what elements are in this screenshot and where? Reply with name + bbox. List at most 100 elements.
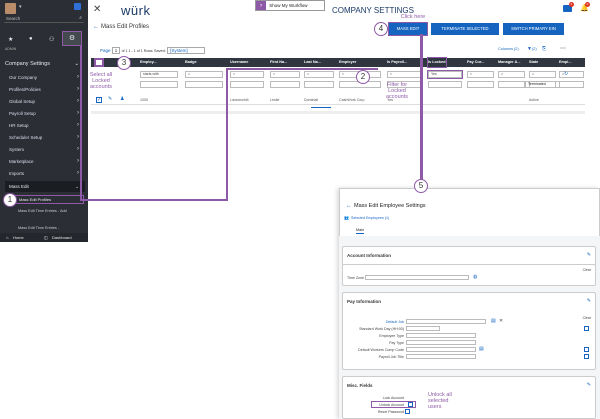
column-header[interactable]: State	[529, 58, 538, 67]
sidebar-item[interactable]: Marketplace ›	[5, 156, 85, 167]
scroll-handle[interactable]	[311, 107, 331, 112]
globe-icon[interactable]: ◍	[473, 274, 477, 280]
home-icon[interactable]: ⌂	[6, 233, 8, 242]
star-icon[interactable]: ★	[8, 36, 13, 43]
unlock-checkbox[interactable]	[408, 402, 413, 407]
close-icon[interactable]: ✕	[93, 4, 101, 15]
export-icon[interactable]: ⎘	[542, 46, 546, 52]
column-header[interactable]: Last Na...	[304, 58, 321, 67]
filter-value-input[interactable]	[559, 81, 584, 88]
more-icon[interactable]: ⋯	[560, 45, 566, 52]
edit-pencil-icon[interactable]: ✎	[587, 382, 591, 388]
edit-pencil-icon[interactable]: ✎	[587, 298, 591, 304]
workers-comp-select[interactable]	[406, 347, 476, 352]
page-input[interactable]: 1	[111, 47, 121, 54]
clear-x-icon[interactable]: ✕	[499, 318, 503, 324]
filter-operator[interactable]: Yes	[427, 70, 463, 79]
terminated-filter[interactable]: Terminated	[525, 81, 560, 88]
mass-edit-item[interactable]: Mass Edit ⌄	[5, 181, 85, 192]
row-edit-icon[interactable]: ✎	[108, 96, 112, 102]
pay-type-select[interactable]	[406, 340, 476, 345]
row-checkbox[interactable]: ✓	[96, 97, 102, 103]
search-input[interactable]: Search ⌕	[4, 15, 84, 23]
filter-operator[interactable]: =	[387, 71, 423, 78]
column-header[interactable]: Employ...	[140, 58, 157, 67]
sub-item-mass-edit-profiles[interactable]: Mass Edit Profiles	[14, 195, 84, 204]
filter-value-input[interactable]	[185, 81, 223, 88]
filter-value-input[interactable]	[428, 81, 462, 88]
sidebar-item[interactable]: Payroll Setup ›	[5, 108, 85, 119]
sub-item-time-entries[interactable]: Mass Edit Time Entries -	[18, 226, 84, 230]
filter-operator[interactable]: =	[270, 71, 300, 78]
clear-label[interactable]: Clear	[583, 268, 591, 272]
filter-operator[interactable]: =	[559, 71, 584, 78]
filter-operator[interactable]: starts with	[140, 71, 178, 78]
filter-operator[interactable]: =	[529, 71, 556, 78]
sidebar-item[interactable]: System ›	[5, 144, 85, 155]
refresh-icon[interactable]: ↻	[564, 71, 568, 77]
lookup-icon[interactable]: ▤	[479, 346, 484, 352]
column-header[interactable]: Manager A...	[498, 58, 520, 67]
scrollbar-track[interactable]	[91, 111, 585, 114]
filter-operator[interactable]: =	[230, 71, 264, 78]
filter-operator[interactable]: =	[304, 71, 334, 78]
pin-icon[interactable]	[74, 3, 81, 10]
filter-value-input[interactable]	[140, 81, 178, 88]
sub-item-time-entries-add[interactable]: Mass Edit Time Entries - Add	[18, 209, 84, 214]
dashboard-icon[interactable]: ◫	[44, 233, 48, 242]
back-arrow-icon[interactable]: ←	[346, 203, 352, 209]
avatar[interactable]	[5, 3, 16, 14]
wurkflow-tooltip[interactable]: ? Show My Wurkflow	[255, 0, 325, 11]
column-header[interactable]: Username	[230, 58, 248, 67]
column-header[interactable]: First Na...	[270, 58, 287, 67]
selected-employees-link[interactable]: Selected Employees (1)	[351, 216, 389, 220]
employee-type-select[interactable]	[406, 333, 476, 338]
column-header[interactable]: Is Locked	[427, 57, 447, 68]
std-work-day-input[interactable]	[406, 326, 440, 331]
group-icon[interactable]: ⚇	[49, 36, 54, 43]
column-header[interactable]: Empl...	[559, 58, 571, 67]
sidebar-item[interactable]: HR Setup ›	[5, 120, 85, 131]
terminate-button[interactable]: TERMINATE SELECTED EMPLOYEES	[431, 23, 499, 43]
gear-icon[interactable]: ⚙	[62, 31, 82, 46]
filter-value-input[interactable]	[230, 81, 264, 88]
checkbox[interactable]	[405, 409, 410, 414]
sidebar-item[interactable]: Our Company ›	[5, 72, 85, 83]
back-arrow-icon[interactable]: ←	[93, 24, 99, 30]
search-icon[interactable]: ⌕	[79, 15, 82, 21]
select-all-checkbox[interactable]	[94, 58, 104, 67]
filter-operator[interactable]: =	[185, 71, 223, 78]
filter-value-input[interactable]	[467, 81, 494, 88]
person-icon[interactable]: ●	[29, 36, 33, 42]
edit-pencil-icon[interactable]: ✎	[587, 252, 591, 258]
sidebar-item[interactable]: Global Setup ›	[5, 96, 85, 107]
company-settings-header[interactable]: Company Settings ⌄	[5, 58, 85, 70]
sidebar-item[interactable]: Profiles/Policies ›	[5, 84, 85, 95]
filter-operator[interactable]: =	[467, 71, 494, 78]
payroll-job-title-input[interactable]	[406, 354, 476, 359]
default-job-input[interactable]	[406, 319, 486, 324]
columns-button[interactable]: Columns (2)	[498, 47, 519, 51]
checkbox[interactable]	[584, 347, 589, 352]
tab-main[interactable]: Main	[356, 228, 365, 234]
filter-value-input[interactable]	[498, 81, 525, 88]
clear-label[interactable]: Clear	[583, 316, 591, 320]
avatar-chevron-icon[interactable]: ▾	[19, 4, 22, 10]
filter-operator[interactable]: =	[498, 71, 525, 78]
saved-select[interactable]: [System]	[167, 47, 206, 54]
column-header[interactable]: Badge	[185, 58, 197, 67]
column-header[interactable]: Employer	[339, 58, 356, 67]
filter-value-input[interactable]	[270, 81, 300, 88]
row-user-icon[interactable]: ♟	[120, 96, 124, 102]
filter-value-input[interactable]	[304, 81, 334, 88]
job-lookup-icon[interactable]: ▤	[491, 318, 496, 324]
switch-primary-button[interactable]: SWITCH PRIMARY EIN	[503, 23, 564, 35]
column-header[interactable]: Is Payroll...	[387, 58, 407, 67]
table-row[interactable]: ✓ ✎ ♟ 1000 Ldoeworld4 Leslie Dominati Ca…	[91, 96, 585, 105]
checkbox[interactable]	[584, 354, 589, 359]
time-zone-select[interactable]	[365, 275, 469, 280]
dashboard-link[interactable]: Dashboard	[52, 233, 72, 242]
checkbox[interactable]	[584, 326, 589, 331]
unlock-account-row[interactable]: Unlock Account	[371, 401, 416, 408]
home-link[interactable]: Home	[13, 233, 24, 242]
